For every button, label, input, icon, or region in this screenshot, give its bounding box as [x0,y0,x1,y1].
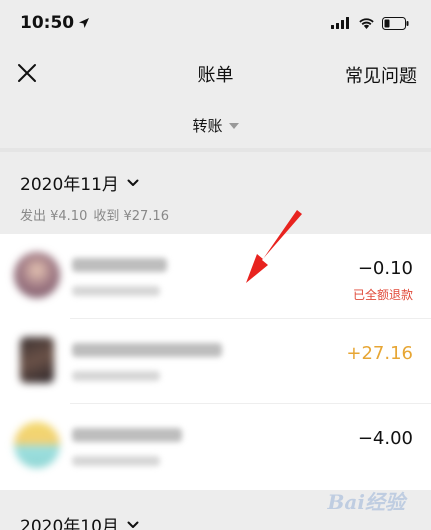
month-label: 2020年11月 [20,175,119,195]
summary-received: 收到 ¥27.16 [93,209,169,224]
status-icons [331,16,409,30]
type-filter-dropdown[interactable]: 转账 [0,102,431,148]
status-bar: 10:50 [0,0,431,46]
avatar [14,422,60,468]
month-selector[interactable]: 2020年11月 [20,170,169,195]
status-time: 10:50 [20,13,75,33]
refund-status: 已全额退款 [352,288,413,302]
blurred-date [72,371,160,381]
transaction-amount: −0.10 [357,258,413,279]
location-arrow-icon [79,18,90,28]
list-item[interactable]: −0.10 已全额退款 [0,234,431,319]
avatar [20,337,54,383]
summary-sent: 发出 ¥4.10 [20,209,88,224]
page-title: 账单 [197,65,234,86]
watermark-logo: Bai经验 [327,490,405,514]
month-selector[interactable]: 2020年10月 [20,512,139,530]
list-item[interactable]: +27.16 [0,319,431,404]
blurred-date [72,456,160,466]
month-label: 2020年10月 [20,517,119,530]
signal-icon [331,17,349,29]
faq-link[interactable]: 常见问题 [345,62,417,88]
avatar [14,252,60,298]
transaction-amount: −4.00 [357,428,413,449]
blurred-name [72,343,222,357]
nav-bar: 账单 常见问题 [0,46,431,102]
month-summary: 发出 ¥4.10 收到 ¥27.16 [20,205,169,224]
month-header: 2020年11月 发出 ¥4.10 收到 ¥27.16 [20,170,169,224]
list-item[interactable]: −4.00 [0,404,431,489]
type-filter-label: 转账 [192,116,223,135]
chevron-down-icon [127,521,139,528]
caret-down-icon [228,123,239,129]
transaction-list: −0.10 已全额退款 +27.16 −4.00 [0,234,431,490]
battery-icon [382,16,409,30]
blurred-name [72,258,167,272]
transaction-amount: +27.16 [346,343,413,364]
status-time-group: 10:50 [20,13,90,33]
close-icon[interactable] [16,62,38,84]
blurred-name [72,428,182,442]
section-divider [0,148,431,152]
chevron-down-icon [127,179,139,186]
blurred-date [72,286,160,296]
watermark: Bai经验 [328,486,405,515]
wifi-icon [359,18,374,29]
